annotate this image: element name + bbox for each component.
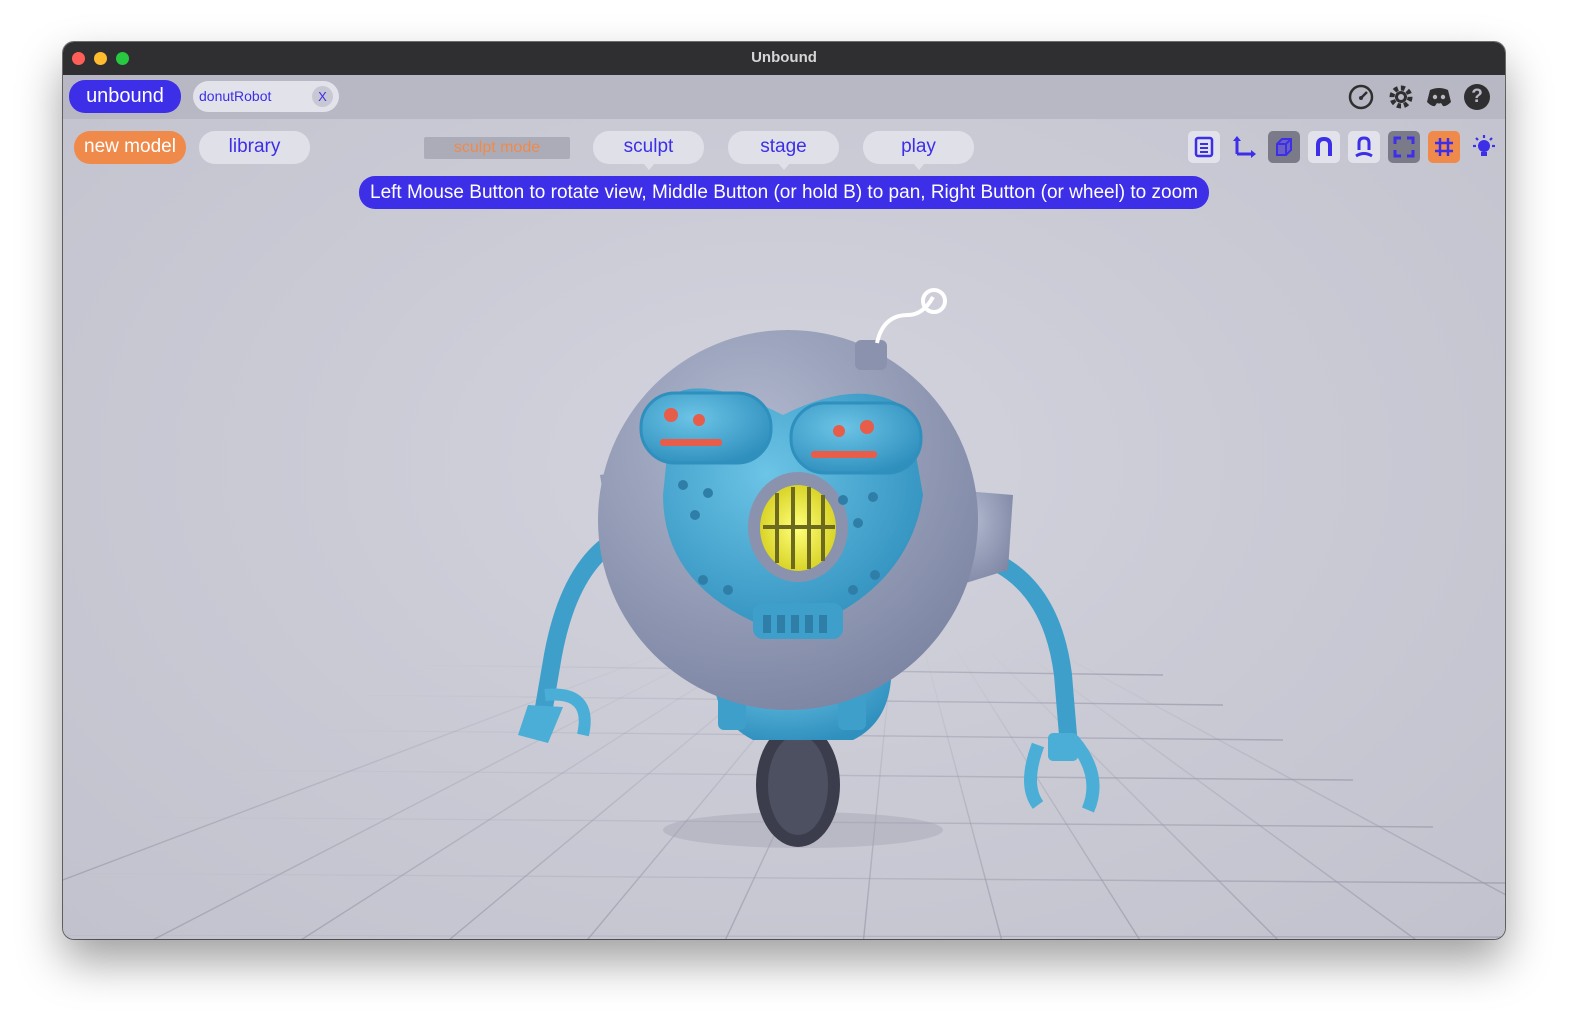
navigation-hint: Left Mouse Button to rotate view, Middle… [359,176,1209,209]
outline-list-icon[interactable] [1188,131,1220,163]
frame-selection-icon[interactable] [1388,131,1420,163]
title-bar: Unbound [63,42,1505,75]
window-title: Unbound [751,49,817,66]
library-button[interactable]: library [199,131,310,164]
minimize-window-button[interactable] [94,52,107,65]
tab-notch [912,163,925,170]
lighting-icon[interactable] [1468,131,1500,163]
help-icon[interactable]: ? [1461,81,1493,113]
document-tab[interactable]: donutRobot X [193,81,339,112]
discord-icon[interactable] [1423,81,1455,113]
tab-bar: unbound donutRobot X ? [63,75,1505,119]
tab-sculpt[interactable]: sculpt [593,131,704,170]
wireframe-cube-icon[interactable] [1268,131,1300,163]
close-tab-button[interactable]: X [312,86,333,107]
document-tab-label: donutRobot [199,88,272,104]
tab-stage[interactable]: stage [728,131,839,170]
3d-viewport[interactable]: unbound donutRobot X ? new model library… [63,75,1505,939]
axis-gizmo-icon[interactable] [1228,131,1260,163]
close-window-button[interactable] [72,52,85,65]
help-glyph: ? [1464,84,1490,110]
performance-icon[interactable] [1345,81,1377,113]
tab-sculpt-label: sculpt [623,136,674,157]
app-window: Unbound unbound donutRobot X ? new model… [63,42,1505,939]
tab-play-label: play [901,136,936,157]
maximize-window-button[interactable] [116,52,129,65]
sculpt-mode-label: sculpt mode [424,137,570,159]
tab-notch [777,163,790,170]
new-model-button[interactable]: new model [74,131,186,164]
tab-stage-label: stage [760,136,807,157]
app-tab-unbound[interactable]: unbound [69,80,181,113]
snap-person-icon[interactable] [1348,131,1380,163]
tab-notch [642,163,655,170]
robot-model[interactable] [518,288,1100,848]
tab-play[interactable]: play [863,131,974,170]
magnet-icon[interactable] [1308,131,1340,163]
grid-icon[interactable] [1428,131,1460,163]
settings-icon[interactable] [1385,81,1417,113]
